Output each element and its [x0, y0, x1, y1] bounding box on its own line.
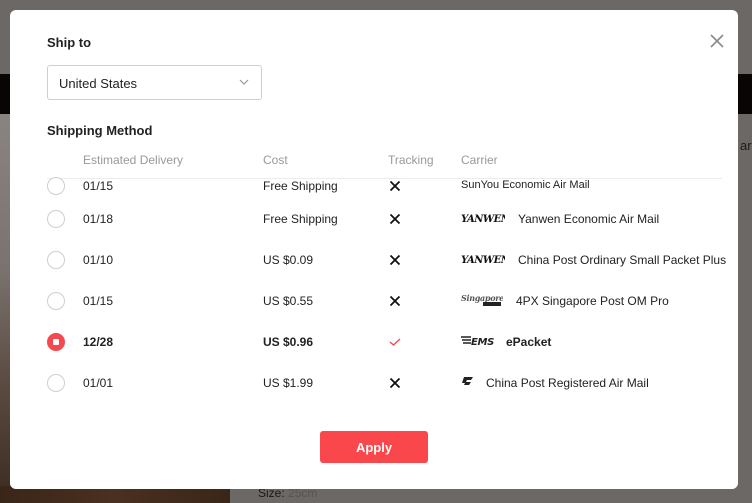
cross-icon: [389, 295, 401, 310]
chevron-down-icon: [239, 79, 249, 85]
shipping-option-radio[interactable]: [47, 251, 65, 269]
cross-icon: [389, 180, 401, 195]
check-icon: [389, 336, 401, 350]
apply-button[interactable]: Apply: [320, 431, 428, 463]
svg-text:EMS: EMS: [471, 337, 494, 348]
svg-text:YANWEN: YANWEN: [461, 255, 505, 266]
shipping-cost: US $0.55: [263, 294, 314, 308]
column-header-tracking: Tracking: [388, 153, 434, 167]
shipping-option-row[interactable]: 01/15 US $0.55 Singapore 4PX Singapore Post…: [47, 286, 722, 316]
shipping-option-row[interactable]: 01/01 US $1.99 China Post Registered Air M…: [47, 368, 722, 398]
delivery-date: 01/15: [83, 294, 114, 308]
column-header-delivery: Estimated Delivery: [83, 153, 184, 167]
shipping-option-row[interactable]: 01/10 US $0.09 YANWEN China Post Ordinary S…: [47, 245, 726, 275]
carrier-logo-icon: YANWEN: [461, 211, 511, 225]
country-select[interactable]: United States: [47, 65, 262, 100]
ship-to-label: Ship to: [47, 35, 92, 50]
delivery-date: 01/10: [83, 253, 114, 267]
carrier-name: China Post Ordinary Small Packet Plus: [518, 253, 727, 267]
shipping-method-label: Shipping Method: [47, 123, 153, 138]
close-icon: [710, 34, 724, 48]
delivery-date: 01/01: [83, 376, 114, 390]
carrier-name: Yanwen Economic Air Mail: [518, 212, 660, 226]
delivery-date: 01/15: [83, 179, 114, 193]
svg-text:YANWEN: YANWEN: [461, 214, 505, 225]
delivery-date: 01/18: [83, 212, 114, 226]
carrier-logo-icon: Singapore: [461, 293, 504, 307]
shipping-option-radio[interactable]: [47, 210, 65, 228]
carrier-name: SunYou Economic Air Mail: [461, 179, 590, 191]
carrier-logo-icon: EMS: [461, 334, 495, 348]
shipping-modal: Ship to United States Shipping Method Es…: [10, 10, 738, 489]
shipping-option-radio[interactable]: [47, 177, 65, 195]
shipping-option-radio[interactable]: [47, 374, 65, 392]
country-select-value: United States: [59, 76, 138, 91]
cross-icon: [389, 213, 401, 228]
shipping-cost: US $0.09: [263, 253, 314, 267]
shipping-cost: Free Shipping: [263, 212, 338, 226]
shipping-cost: US $1.99: [263, 376, 314, 390]
carrier-name: ePacket: [506, 335, 552, 349]
carrier-logo-icon: [461, 375, 475, 389]
shipping-option-row[interactable]: 01/15 Free Shipping SunYou Economic Air Ma…: [47, 171, 722, 201]
carrier-name: China Post Registered Air Mail: [486, 376, 649, 390]
background-right-text: ar: [740, 138, 752, 153]
shipping-option-row[interactable]: 12/28 US $0.96 EMS ePacket: [47, 327, 722, 357]
cross-icon: [389, 377, 401, 392]
shipping-option-radio[interactable]: [47, 292, 65, 310]
shipping-option-radio[interactable]: [47, 333, 65, 351]
delivery-date: 12/28: [83, 335, 114, 349]
shipping-option-row[interactable]: 01/18 Free Shipping YANWEN Yanwen Economic …: [47, 204, 722, 234]
carrier-logo-icon: YANWEN: [461, 252, 511, 266]
column-header-cost: Cost: [263, 153, 288, 167]
svg-text:Singapore: Singapore: [461, 293, 503, 303]
column-header-carrier: Carrier: [461, 153, 498, 167]
carrier-name: 4PX Singapore Post OM Pro: [516, 294, 669, 308]
close-button[interactable]: [710, 34, 726, 50]
cross-icon: [389, 254, 401, 269]
shipping-cost: US $0.96: [263, 335, 314, 349]
shipping-cost: Free Shipping: [263, 179, 338, 193]
background-product-image: [0, 114, 10, 503]
